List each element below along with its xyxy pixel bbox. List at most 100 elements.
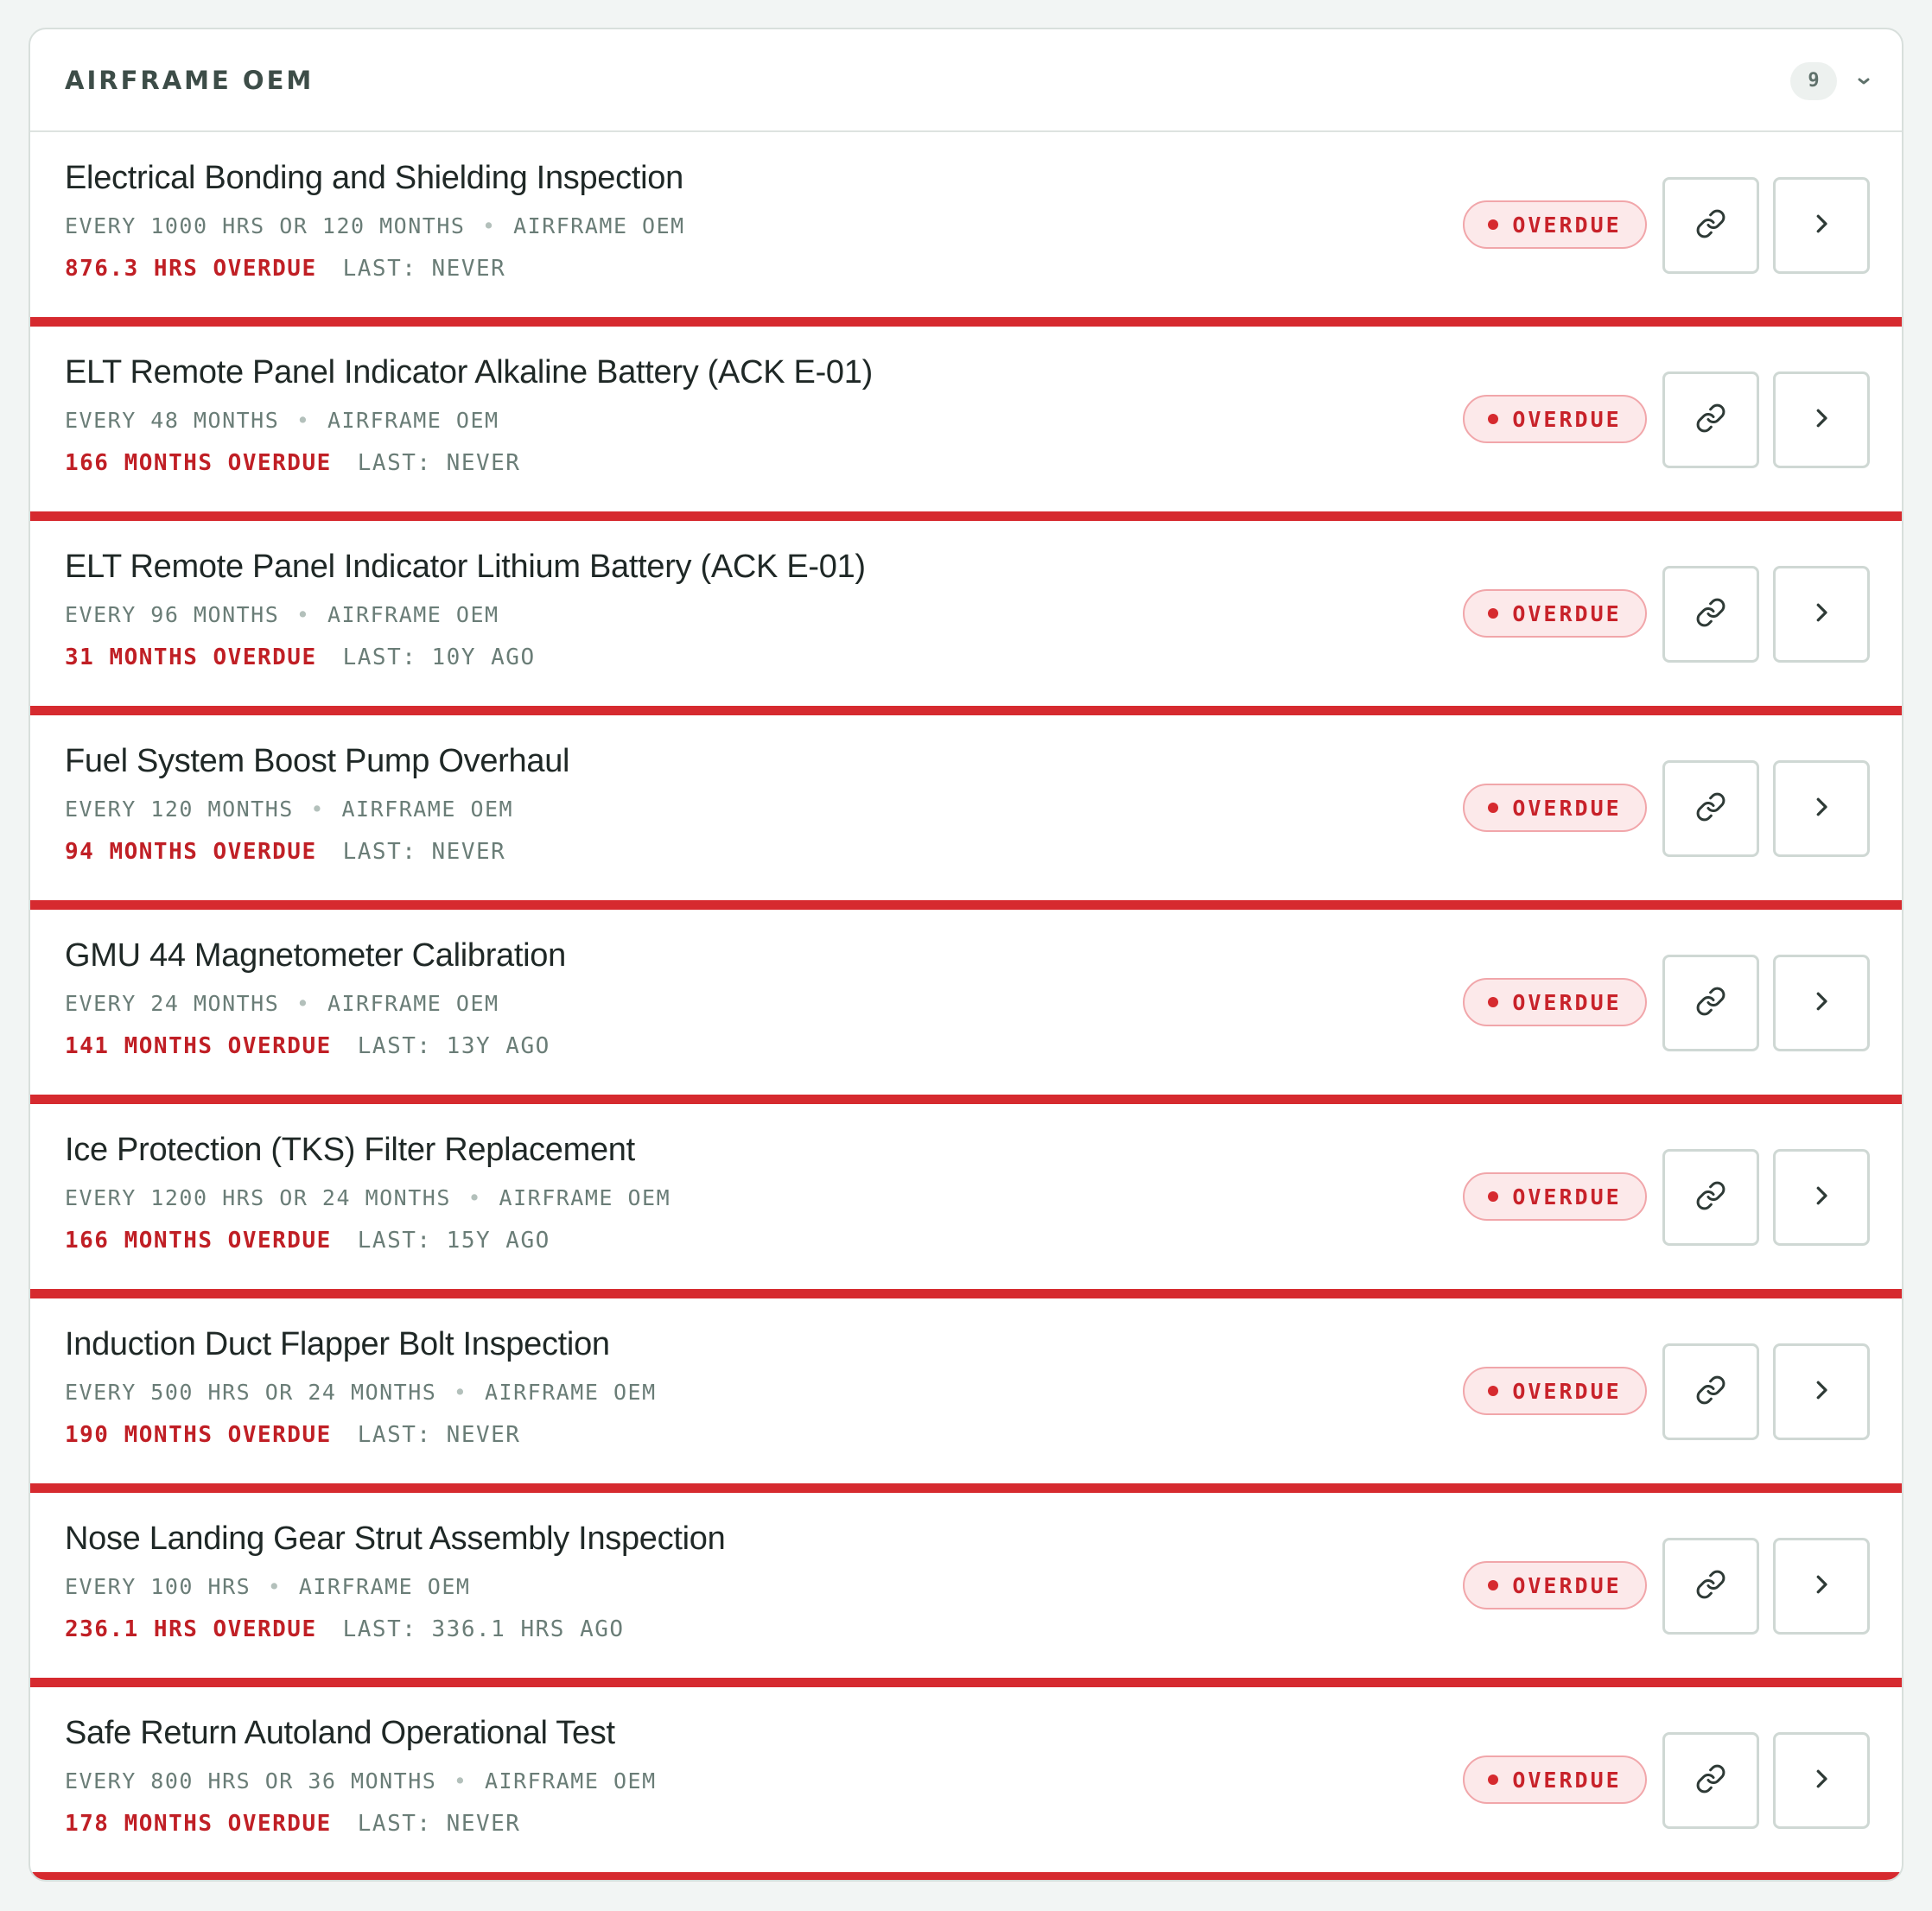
status-label: OVERDUE: [1512, 1184, 1622, 1209]
task-source: AIRFRAME OEM: [341, 797, 514, 822]
task-interval: EVERY 1000 HRS OR 120 MONTHS: [65, 213, 466, 238]
open-details-button[interactable]: [1773, 1343, 1870, 1440]
chevron-down-icon[interactable]: [1851, 64, 1877, 98]
section-header[interactable]: AIRFRAME OEM 9: [30, 29, 1902, 132]
status-badge: OVERDUE: [1463, 784, 1647, 832]
task-row[interactable]: Induction Duct Flapper Bolt Inspection E…: [30, 1298, 1902, 1493]
separator-dot: •: [282, 991, 325, 1016]
task-title[interactable]: ELT Remote Panel Indicator Alkaline Batt…: [65, 354, 873, 391]
chevron-right-icon: [1808, 600, 1834, 629]
link-button[interactable]: [1662, 177, 1759, 274]
separator-dot: •: [439, 1380, 482, 1405]
status-badge: OVERDUE: [1463, 1367, 1647, 1415]
task-row[interactable]: ELT Remote Panel Indicator Alkaline Batt…: [30, 327, 1902, 521]
status-dot-icon: [1488, 803, 1499, 813]
task-interval: EVERY 500 HRS OR 24 MONTHS: [65, 1380, 437, 1405]
status-label: OVERDUE: [1512, 1572, 1622, 1598]
task-list: Electrical Bonding and Shielding Inspect…: [30, 132, 1902, 1880]
task-row[interactable]: Ice Protection (TKS) Filter Replacement …: [30, 1104, 1902, 1298]
open-details-button[interactable]: [1773, 177, 1870, 274]
task-row[interactable]: Safe Return Autoland Operational Test EV…: [30, 1687, 1902, 1880]
task-interval: EVERY 120 MONTHS: [65, 797, 294, 822]
link-icon: [1695, 986, 1726, 1020]
overdue-amount: 178 MONTHS OVERDUE: [65, 1811, 332, 1837]
separator-dot: •: [467, 213, 512, 238]
task-source: AIRFRAME OEM: [327, 991, 499, 1016]
chevron-right-icon: [1808, 211, 1834, 240]
task-interval-meta: EVERY 48 MONTHS • AIRFRAME OEM: [65, 408, 499, 433]
separator-dot: •: [296, 797, 340, 822]
open-details-button[interactable]: [1773, 1149, 1870, 1246]
link-icon: [1695, 1569, 1726, 1603]
task-interval: EVERY 48 MONTHS: [65, 408, 280, 433]
open-details-button[interactable]: [1773, 371, 1870, 468]
separator-dot: •: [282, 602, 325, 627]
task-row[interactable]: Fuel System Boost Pump Overhaul EVERY 12…: [30, 715, 1902, 910]
separator-dot: •: [453, 1185, 497, 1210]
separator-dot: •: [282, 408, 325, 433]
chevron-right-icon: [1808, 1766, 1834, 1795]
status-label: OVERDUE: [1512, 406, 1622, 432]
link-icon: [1695, 1375, 1726, 1409]
link-button[interactable]: [1662, 1732, 1759, 1829]
link-button[interactable]: [1662, 1149, 1759, 1246]
status-badge: OVERDUE: [1463, 1172, 1647, 1221]
link-icon: [1695, 1180, 1726, 1215]
link-button[interactable]: [1662, 1538, 1759, 1635]
link-button[interactable]: [1662, 566, 1759, 663]
task-source: AIRFRAME OEM: [513, 213, 685, 238]
status-dot-icon: [1488, 1580, 1499, 1590]
task-row[interactable]: Electrical Bonding and Shielding Inspect…: [30, 132, 1902, 327]
open-details-button[interactable]: [1773, 1732, 1870, 1829]
open-details-button[interactable]: [1773, 760, 1870, 857]
task-source: AIRFRAME OEM: [327, 408, 499, 433]
overdue-amount: 876.3 HRS OVERDUE: [65, 256, 317, 282]
last-done: LAST: NEVER: [342, 839, 506, 865]
chevron-right-icon: [1808, 405, 1834, 435]
link-button[interactable]: [1662, 371, 1759, 468]
task-title[interactable]: GMU 44 Magnetometer Calibration: [65, 937, 566, 975]
open-details-button[interactable]: [1773, 566, 1870, 663]
task-title[interactable]: Fuel System Boost Pump Overhaul: [65, 743, 569, 780]
status-dot-icon: [1488, 1191, 1499, 1202]
task-source: AIRFRAME OEM: [499, 1185, 671, 1210]
overdue-amount: 94 MONTHS OVERDUE: [65, 839, 317, 865]
item-count-badge: 9: [1790, 62, 1837, 100]
task-title[interactable]: Induction Duct Flapper Bolt Inspection: [65, 1326, 610, 1363]
task-row[interactable]: ELT Remote Panel Indicator Lithium Batte…: [30, 521, 1902, 715]
task-source: AIRFRAME OEM: [485, 1380, 657, 1405]
last-done: LAST: 15Y AGO: [357, 1228, 550, 1254]
task-row[interactable]: Nose Landing Gear Strut Assembly Inspect…: [30, 1493, 1902, 1687]
overdue-amount: 236.1 HRS OVERDUE: [65, 1616, 317, 1642]
chevron-right-icon: [1808, 794, 1834, 823]
task-title[interactable]: Nose Landing Gear Strut Assembly Inspect…: [65, 1521, 726, 1558]
link-button[interactable]: [1662, 760, 1759, 857]
status-label: OVERDUE: [1512, 212, 1622, 238]
task-source: AIRFRAME OEM: [298, 1574, 471, 1599]
status-dot-icon: [1488, 414, 1499, 424]
task-title[interactable]: Electrical Bonding and Shielding Inspect…: [65, 160, 683, 197]
status-dot-icon: [1488, 1386, 1499, 1396]
link-icon: [1695, 403, 1726, 437]
task-row[interactable]: GMU 44 Magnetometer Calibration EVERY 24…: [30, 910, 1902, 1104]
task-title[interactable]: Ice Protection (TKS) Filter Replacement: [65, 1132, 635, 1169]
task-interval-meta: EVERY 100 HRS • AIRFRAME OEM: [65, 1574, 470, 1599]
last-done: LAST: 336.1 HRS AGO: [342, 1616, 625, 1642]
task-interval-meta: EVERY 1200 HRS OR 24 MONTHS • AIRFRAME O…: [65, 1185, 670, 1210]
task-title[interactable]: ELT Remote Panel Indicator Lithium Batte…: [65, 549, 866, 586]
task-title[interactable]: Safe Return Autoland Operational Test: [65, 1715, 615, 1752]
link-button[interactable]: [1662, 955, 1759, 1051]
task-due-line: 166 MONTHS OVERDUE LAST: 15Y AGO: [65, 1228, 550, 1254]
open-details-button[interactable]: [1773, 955, 1870, 1051]
task-interval: EVERY 24 MONTHS: [65, 991, 280, 1016]
task-interval-meta: EVERY 96 MONTHS • AIRFRAME OEM: [65, 602, 499, 627]
separator-dot: •: [253, 1574, 296, 1599]
overdue-amount: 166 MONTHS OVERDUE: [65, 1228, 332, 1254]
chevron-right-icon: [1808, 1571, 1834, 1601]
link-icon: [1695, 208, 1726, 243]
open-details-button[interactable]: [1773, 1538, 1870, 1635]
link-button[interactable]: [1662, 1343, 1759, 1440]
chevron-right-icon: [1808, 1183, 1834, 1212]
link-icon: [1695, 1763, 1726, 1798]
section-title: AIRFRAME OEM: [65, 66, 315, 95]
